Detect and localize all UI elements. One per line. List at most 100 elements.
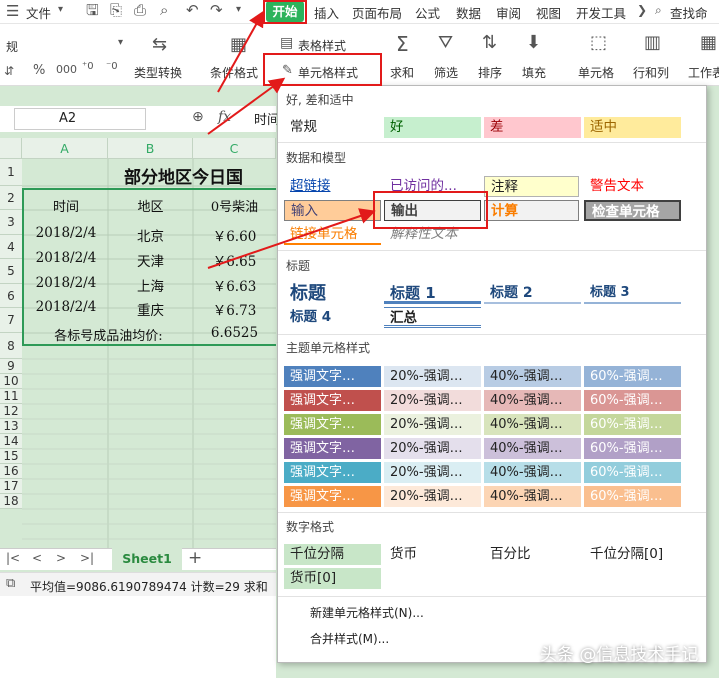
- row-header-7[interactable]: 7: [0, 308, 22, 333]
- filter-button[interactable]: 筛选: [434, 64, 458, 81]
- type-convert-icon[interactable]: ⇆: [152, 36, 167, 54]
- conditional-format-button[interactable]: 条件格式: [210, 64, 258, 81]
- align-icon[interactable]: ⇵: [4, 65, 14, 77]
- tab-start[interactable]: 开始: [266, 1, 304, 22]
- select-all-corner[interactable]: [0, 138, 22, 159]
- style-accent-40-2[interactable]: 40%-强调…: [484, 390, 581, 411]
- preview-icon[interactable]: ⌕: [160, 3, 168, 18]
- font-name-field[interactable]: 规: [6, 38, 18, 55]
- tab-formulas[interactable]: 公式: [415, 3, 440, 22]
- style-accent-20-2[interactable]: 20%-强调…: [384, 390, 481, 411]
- sort-button[interactable]: 排序: [478, 64, 502, 81]
- style-accent-60-4[interactable]: 60%-强调…: [584, 438, 681, 459]
- add-sheet-button[interactable]: +: [188, 550, 202, 567]
- menu-file[interactable]: 文件: [26, 3, 51, 22]
- data-cell-b5[interactable]: 上海: [108, 275, 193, 295]
- style-bad[interactable]: 差: [484, 117, 581, 138]
- style-heading-4[interactable]: 标题 4: [284, 307, 381, 328]
- data-cell-c6[interactable]: ￥6.73: [193, 299, 276, 319]
- tab-developer[interactable]: 开发工具: [576, 3, 626, 22]
- first-sheet-icon[interactable]: |<: [6, 552, 20, 564]
- style-accent-20-6[interactable]: 20%-强调…: [384, 486, 481, 507]
- column-header-a[interactable]: A: [22, 138, 108, 159]
- style-explanatory-text[interactable]: 解释性文本: [384, 224, 481, 245]
- column-header-c[interactable]: C: [193, 138, 276, 159]
- next-sheet-icon[interactable]: >: [56, 552, 66, 564]
- decrease-decimal-icon[interactable]: ⁻0: [106, 62, 118, 72]
- save-icon[interactable]: 🖫: [86, 3, 99, 18]
- tab-view[interactable]: 视图: [536, 3, 561, 22]
- row-header-10[interactable]: 10: [0, 374, 22, 389]
- style-calculation[interactable]: 计算: [484, 200, 579, 221]
- header-cell-time[interactable]: 时间: [24, 196, 108, 215]
- rowcol-button[interactable]: 行和列: [633, 64, 669, 81]
- style-accent-60-6[interactable]: 60%-强调…: [584, 486, 681, 507]
- style-accent-40-6[interactable]: 40%-强调…: [484, 486, 581, 507]
- data-cell-a5[interactable]: 2018/2/4: [24, 275, 108, 291]
- style-accent-5[interactable]: 强调文字…: [284, 462, 381, 483]
- data-cell-b4[interactable]: 天津: [108, 250, 193, 270]
- prev-sheet-icon[interactable]: <: [32, 552, 42, 564]
- data-cell-b3[interactable]: 北京: [108, 225, 193, 245]
- style-visited-link[interactable]: 已访问的...: [384, 176, 481, 197]
- sheet-title-cell[interactable]: 部分地区今日国: [110, 163, 276, 188]
- average-value-cell[interactable]: 6.6525: [193, 325, 276, 341]
- increase-decimal-icon[interactable]: ⁺0: [82, 62, 94, 72]
- style-currency-0[interactable]: 货币[0]: [284, 568, 381, 589]
- style-currency[interactable]: 货币: [384, 544, 481, 565]
- style-total[interactable]: 汇总: [384, 307, 481, 328]
- table-style-button[interactable]: 表格样式: [298, 37, 346, 54]
- style-accent-6[interactable]: 强调文字…: [284, 486, 381, 507]
- style-accent-20-3[interactable]: 20%-强调…: [384, 414, 481, 435]
- fx-icon[interactable]: fx: [218, 109, 231, 125]
- worksheet-button[interactable]: 工作表: [688, 64, 719, 81]
- type-convert-button[interactable]: 类型转换: [134, 64, 182, 81]
- merge-styles-link[interactable]: 合并样式(M)...: [310, 630, 389, 647]
- data-cell-a3[interactable]: 2018/2/4: [24, 225, 108, 241]
- average-label-cell[interactable]: 各标号成品油均价:: [24, 325, 193, 344]
- style-accent-4[interactable]: 强调文字…: [284, 438, 381, 459]
- row-header-11[interactable]: 11: [0, 389, 22, 404]
- row-header-13[interactable]: 13: [0, 419, 22, 434]
- style-accent-20-1[interactable]: 20%-强调…: [384, 366, 481, 387]
- column-header-b[interactable]: B: [108, 138, 193, 159]
- tab-review[interactable]: 审阅: [496, 3, 521, 22]
- style-accent-60-1[interactable]: 60%-强调…: [584, 366, 681, 387]
- style-heading-1[interactable]: 标题 1: [384, 282, 481, 304]
- last-sheet-icon[interactable]: >|: [80, 552, 94, 564]
- export-icon[interactable]: ⎘: [110, 3, 122, 18]
- style-accent-40-3[interactable]: 40%-强调…: [484, 414, 581, 435]
- style-accent-20-4[interactable]: 20%-强调…: [384, 438, 481, 459]
- row-header-12[interactable]: 12: [0, 404, 22, 419]
- style-input[interactable]: 输入: [284, 200, 381, 221]
- style-normal[interactable]: 常规: [284, 117, 381, 138]
- style-percent[interactable]: 百分比: [484, 544, 581, 565]
- search-input[interactable]: 查找命: [670, 3, 708, 22]
- row-header-3[interactable]: 3: [0, 210, 22, 235]
- style-accent-60-3[interactable]: 60%-强调…: [584, 414, 681, 435]
- zoom-icon[interactable]: ⊕: [192, 110, 204, 124]
- style-check-cell[interactable]: 检查单元格: [584, 200, 681, 221]
- quick-access-more-icon[interactable]: ▾: [236, 5, 241, 15]
- tab-page-layout[interactable]: 页面布局: [352, 3, 402, 22]
- status-icon[interactable]: ⧉: [6, 577, 15, 590]
- font-dropdown-icon[interactable]: ▾: [118, 38, 123, 48]
- style-comma[interactable]: 千位分隔: [284, 544, 381, 565]
- cell-style-button[interactable]: 单元格样式: [298, 64, 358, 81]
- fill-button[interactable]: 填充: [522, 64, 546, 81]
- row-header-4[interactable]: 4: [0, 235, 22, 259]
- row-header-15[interactable]: 15: [0, 449, 22, 464]
- style-hyperlink[interactable]: 超链接: [284, 176, 381, 197]
- thousands-icon[interactable]: 000: [56, 64, 77, 75]
- style-accent-60-2[interactable]: 60%-强调…: [584, 390, 681, 411]
- data-cell-a6[interactable]: 2018/2/4: [24, 299, 108, 315]
- style-good[interactable]: 好: [384, 117, 481, 138]
- data-cell-c5[interactable]: ￥6.63: [193, 275, 276, 295]
- row-header-2[interactable]: 2: [0, 186, 22, 210]
- sum-button[interactable]: 求和: [390, 64, 414, 81]
- row-header-14[interactable]: 14: [0, 434, 22, 449]
- name-box[interactable]: A2: [14, 108, 146, 130]
- header-cell-diesel[interactable]: 0号柴油: [193, 196, 276, 215]
- style-neutral[interactable]: 适中: [584, 117, 681, 138]
- new-cell-style-link[interactable]: 新建单元格样式(N)...: [310, 604, 424, 621]
